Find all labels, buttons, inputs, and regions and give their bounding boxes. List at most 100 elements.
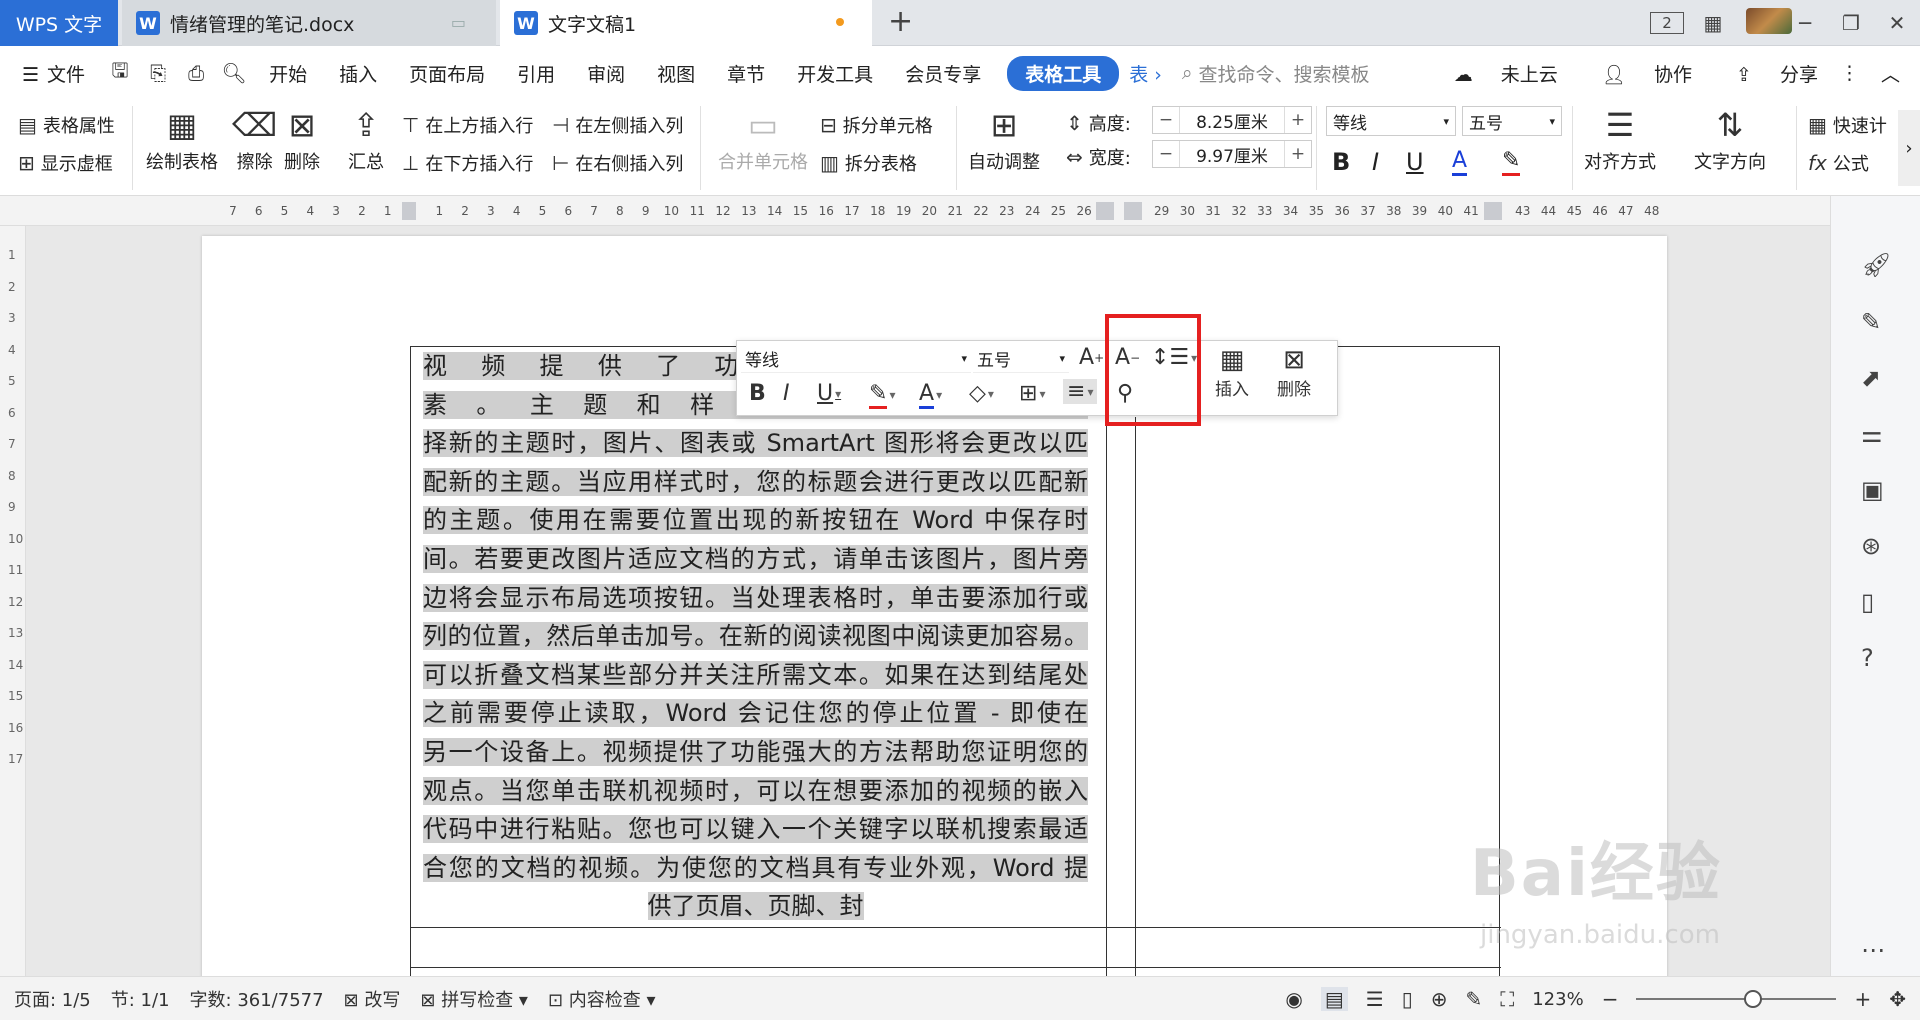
menu-tab-review[interactable]: 审阅 — [571, 60, 641, 87]
image-icon[interactable]: ▣ — [1861, 476, 1884, 504]
font-size-select[interactable]: 五号 ▾ — [1462, 106, 1562, 136]
menu-tab-insert[interactable]: 插入 — [323, 60, 393, 87]
split-table-button[interactable]: ▥ 拆分表格 — [820, 150, 917, 176]
mini-align-icon[interactable]: ≡ ▾ — [1063, 379, 1098, 404]
minus-icon[interactable]: − — [1153, 110, 1179, 130]
content-check-button[interactable]: ⊡ 内容检查 ▾ — [548, 986, 656, 1012]
mini-insert-button[interactable]: ▦ 插入 — [1215, 345, 1249, 400]
highlight-button[interactable]: ✎ — [1502, 148, 1521, 176]
mini-fill-icon[interactable]: ◇ ▾ — [969, 381, 994, 406]
word-count[interactable]: 字数: 361/7577 — [190, 986, 324, 1012]
print-preview-icon[interactable]: 🔍︎ — [215, 61, 253, 85]
revise-button[interactable]: ⊠ 改写 — [344, 986, 401, 1012]
zoom-in-icon[interactable]: + — [1854, 987, 1871, 1011]
table-props-button[interactable]: ▤ 表格属性 — [18, 112, 115, 138]
app-tab[interactable]: WPS 文字 — [0, 0, 118, 46]
read-view-icon[interactable]: ▯ — [1402, 987, 1413, 1011]
cloud-button[interactable]: ☁ 未上云 — [1432, 60, 1558, 87]
mini-border-icon[interactable]: ⊞ ▾ — [1019, 381, 1045, 406]
fit-page-icon[interactable]: ⛶ — [1500, 987, 1514, 1011]
mini-delete-button[interactable]: ⊠ 删除 — [1277, 345, 1311, 400]
show-grid-button[interactable]: ⊞ 显示虚框 — [18, 150, 113, 176]
pointer-icon[interactable]: ⬈ — [1861, 364, 1881, 392]
grow-font-icon[interactable]: A + — [1079, 345, 1104, 370]
mini-font-color-icon[interactable]: A ▾ — [919, 381, 942, 409]
text-direction-button[interactable]: ⇅ 文字方向 — [1694, 106, 1766, 174]
delete-button[interactable]: ⊠ 删除 — [284, 106, 320, 174]
italic-button[interactable]: I — [1372, 148, 1379, 176]
restore-icon[interactable]: ❐ — [1828, 11, 1874, 35]
page-view-icon[interactable]: ▤ — [1320, 987, 1348, 1011]
print-icon[interactable]: ⎙ — [177, 61, 215, 85]
menu-tab-chapter[interactable]: 章节 — [711, 60, 781, 87]
mini-highlight-icon[interactable]: ✎ ▾ — [869, 381, 895, 409]
document-table[interactable]: 视频提供了功能强大的方法素。主题和样式也有助于文档择新的主题时，图片、图表或 S… — [410, 346, 1501, 976]
align-button[interactable]: ☰ 对齐方式 — [1584, 106, 1656, 174]
mini-font-select[interactable]: 等线 ▾ — [741, 345, 971, 373]
mini-bold-button[interactable]: B — [749, 381, 766, 406]
horizontal-ruler[interactable]: 7 6 5 4 3 2 1 1 2 3 4 5 6 7 8 9 10 11 12 13 14 15 16 17 18 19 20 21… — [0, 196, 1920, 226]
new-tab-button[interactable]: + — [888, 4, 913, 39]
menu-tab-developer[interactable]: 开发工具 — [781, 60, 889, 87]
menu-tab-reference[interactable]: 引用 — [501, 60, 571, 87]
command-search[interactable]: ⌕ 查找命令、搜索模板 — [1182, 60, 1370, 87]
menu-tab-layout[interactable]: 页面布局 — [393, 60, 501, 87]
erase-button[interactable]: ⌫ 擦除 — [232, 106, 277, 174]
book-icon[interactable]: ▯ — [1861, 588, 1874, 616]
summary-button[interactable]: ⇪ 汇总 — [348, 106, 384, 174]
fullscreen-icon[interactable]: ✥ — [1889, 987, 1906, 1011]
more-icon[interactable]: ⋯ — [1861, 936, 1885, 964]
formula-button[interactable]: fx 公式 — [1808, 150, 1869, 176]
mini-underline-button[interactable]: U ▾ — [817, 381, 841, 406]
table-cell-text[interactable]: 视频提供了功能强大的方法素。主题和样式也有助于文档择新的主题时，图片、图表或 S… — [423, 347, 1088, 926]
zoom-slider[interactable] — [1636, 990, 1837, 1008]
more-menu-icon[interactable]: ⋮ — [1840, 62, 1859, 84]
web-view-icon[interactable]: ⊕ — [1431, 987, 1448, 1011]
font-family-select[interactable]: 等线 ▾ — [1326, 106, 1456, 136]
draw-table-button[interactable]: ▦ 绘制表格 — [146, 106, 218, 174]
more-tabs-icon[interactable]: 表 › — [1129, 60, 1162, 87]
plus-icon[interactable]: + — [1285, 110, 1311, 130]
merge-cells-button[interactable]: ▭ 合并单元格 — [718, 106, 808, 174]
section-indicator[interactable]: 节: 1/1 — [111, 986, 170, 1012]
collab-button[interactable]: 👤︎ 协作 — [1580, 60, 1692, 87]
plus-icon[interactable]: + — [1285, 144, 1311, 164]
split-cells-button[interactable]: ⊟ 拆分单元格 — [820, 112, 933, 138]
ribbon-scroll-right[interactable]: › — [1898, 110, 1920, 186]
zoom-level[interactable]: 123% — [1532, 989, 1583, 1010]
underline-button[interactable]: U — [1406, 148, 1424, 176]
compass-icon[interactable]: ⊛ — [1861, 532, 1881, 560]
vertical-ruler[interactable]: 1 2 3 4 5 6 7 8 9 10 11 12 13 14 15 16 17 — [0, 226, 26, 976]
file-menu[interactable]: ☰ 文件 — [0, 60, 101, 87]
outline-view-icon[interactable]: ☰ — [1366, 987, 1384, 1011]
collapse-ribbon-icon[interactable]: ︿ — [1881, 60, 1900, 87]
document-tab-active[interactable]: W 文字文稿1 — [500, 0, 872, 46]
avatar[interactable] — [1736, 7, 1792, 39]
close-icon[interactable]: ✕ — [1874, 11, 1920, 35]
zoom-out-icon[interactable]: − — [1602, 987, 1619, 1011]
quick-calc-button[interactable]: ▦ 快速计 — [1808, 112, 1887, 138]
pen-icon[interactable]: ✎ — [1861, 308, 1881, 336]
eye-icon[interactable]: ◉ — [1285, 987, 1302, 1011]
page-count-icon[interactable]: 2 — [1650, 12, 1684, 34]
mini-size-select[interactable]: 五号 ▾ — [973, 345, 1069, 373]
insert-left-button[interactable]: ⊣ 在左侧插入列 — [552, 112, 683, 138]
insert-below-button[interactable]: ⊥ 在下方插入行 — [402, 150, 533, 176]
spell-check-button[interactable]: ⊠ 拼写检查 ▾ — [420, 986, 528, 1012]
sliders-icon[interactable]: ⚌ — [1861, 420, 1883, 448]
insert-above-button[interactable]: ⊤ 在上方插入行 — [402, 112, 533, 138]
mini-italic-button[interactable]: I — [783, 381, 790, 406]
help-icon[interactable]: ? — [1861, 644, 1874, 672]
minus-icon[interactable]: − — [1153, 144, 1179, 164]
save-icon[interactable]: 🖫 — [101, 56, 139, 90]
zoom-slider-knob[interactable] — [1744, 990, 1763, 1008]
minimize-icon[interactable]: ─ — [1782, 11, 1828, 35]
menu-tab-member[interactable]: 会员专享 — [889, 60, 997, 87]
write-view-icon[interactable]: ✎ — [1465, 987, 1482, 1011]
menu-tab-view[interactable]: 视图 — [641, 60, 711, 87]
menu-tab-start[interactable]: 开始 — [253, 60, 323, 87]
insert-right-button[interactable]: ⊢ 在右侧插入列 — [552, 150, 683, 176]
menu-tab-table-tools[interactable]: 表格工具 — [1007, 55, 1120, 91]
grid-apps-icon[interactable]: ▦ — [1690, 11, 1736, 35]
export-icon[interactable]: ⎘ — [139, 61, 177, 85]
